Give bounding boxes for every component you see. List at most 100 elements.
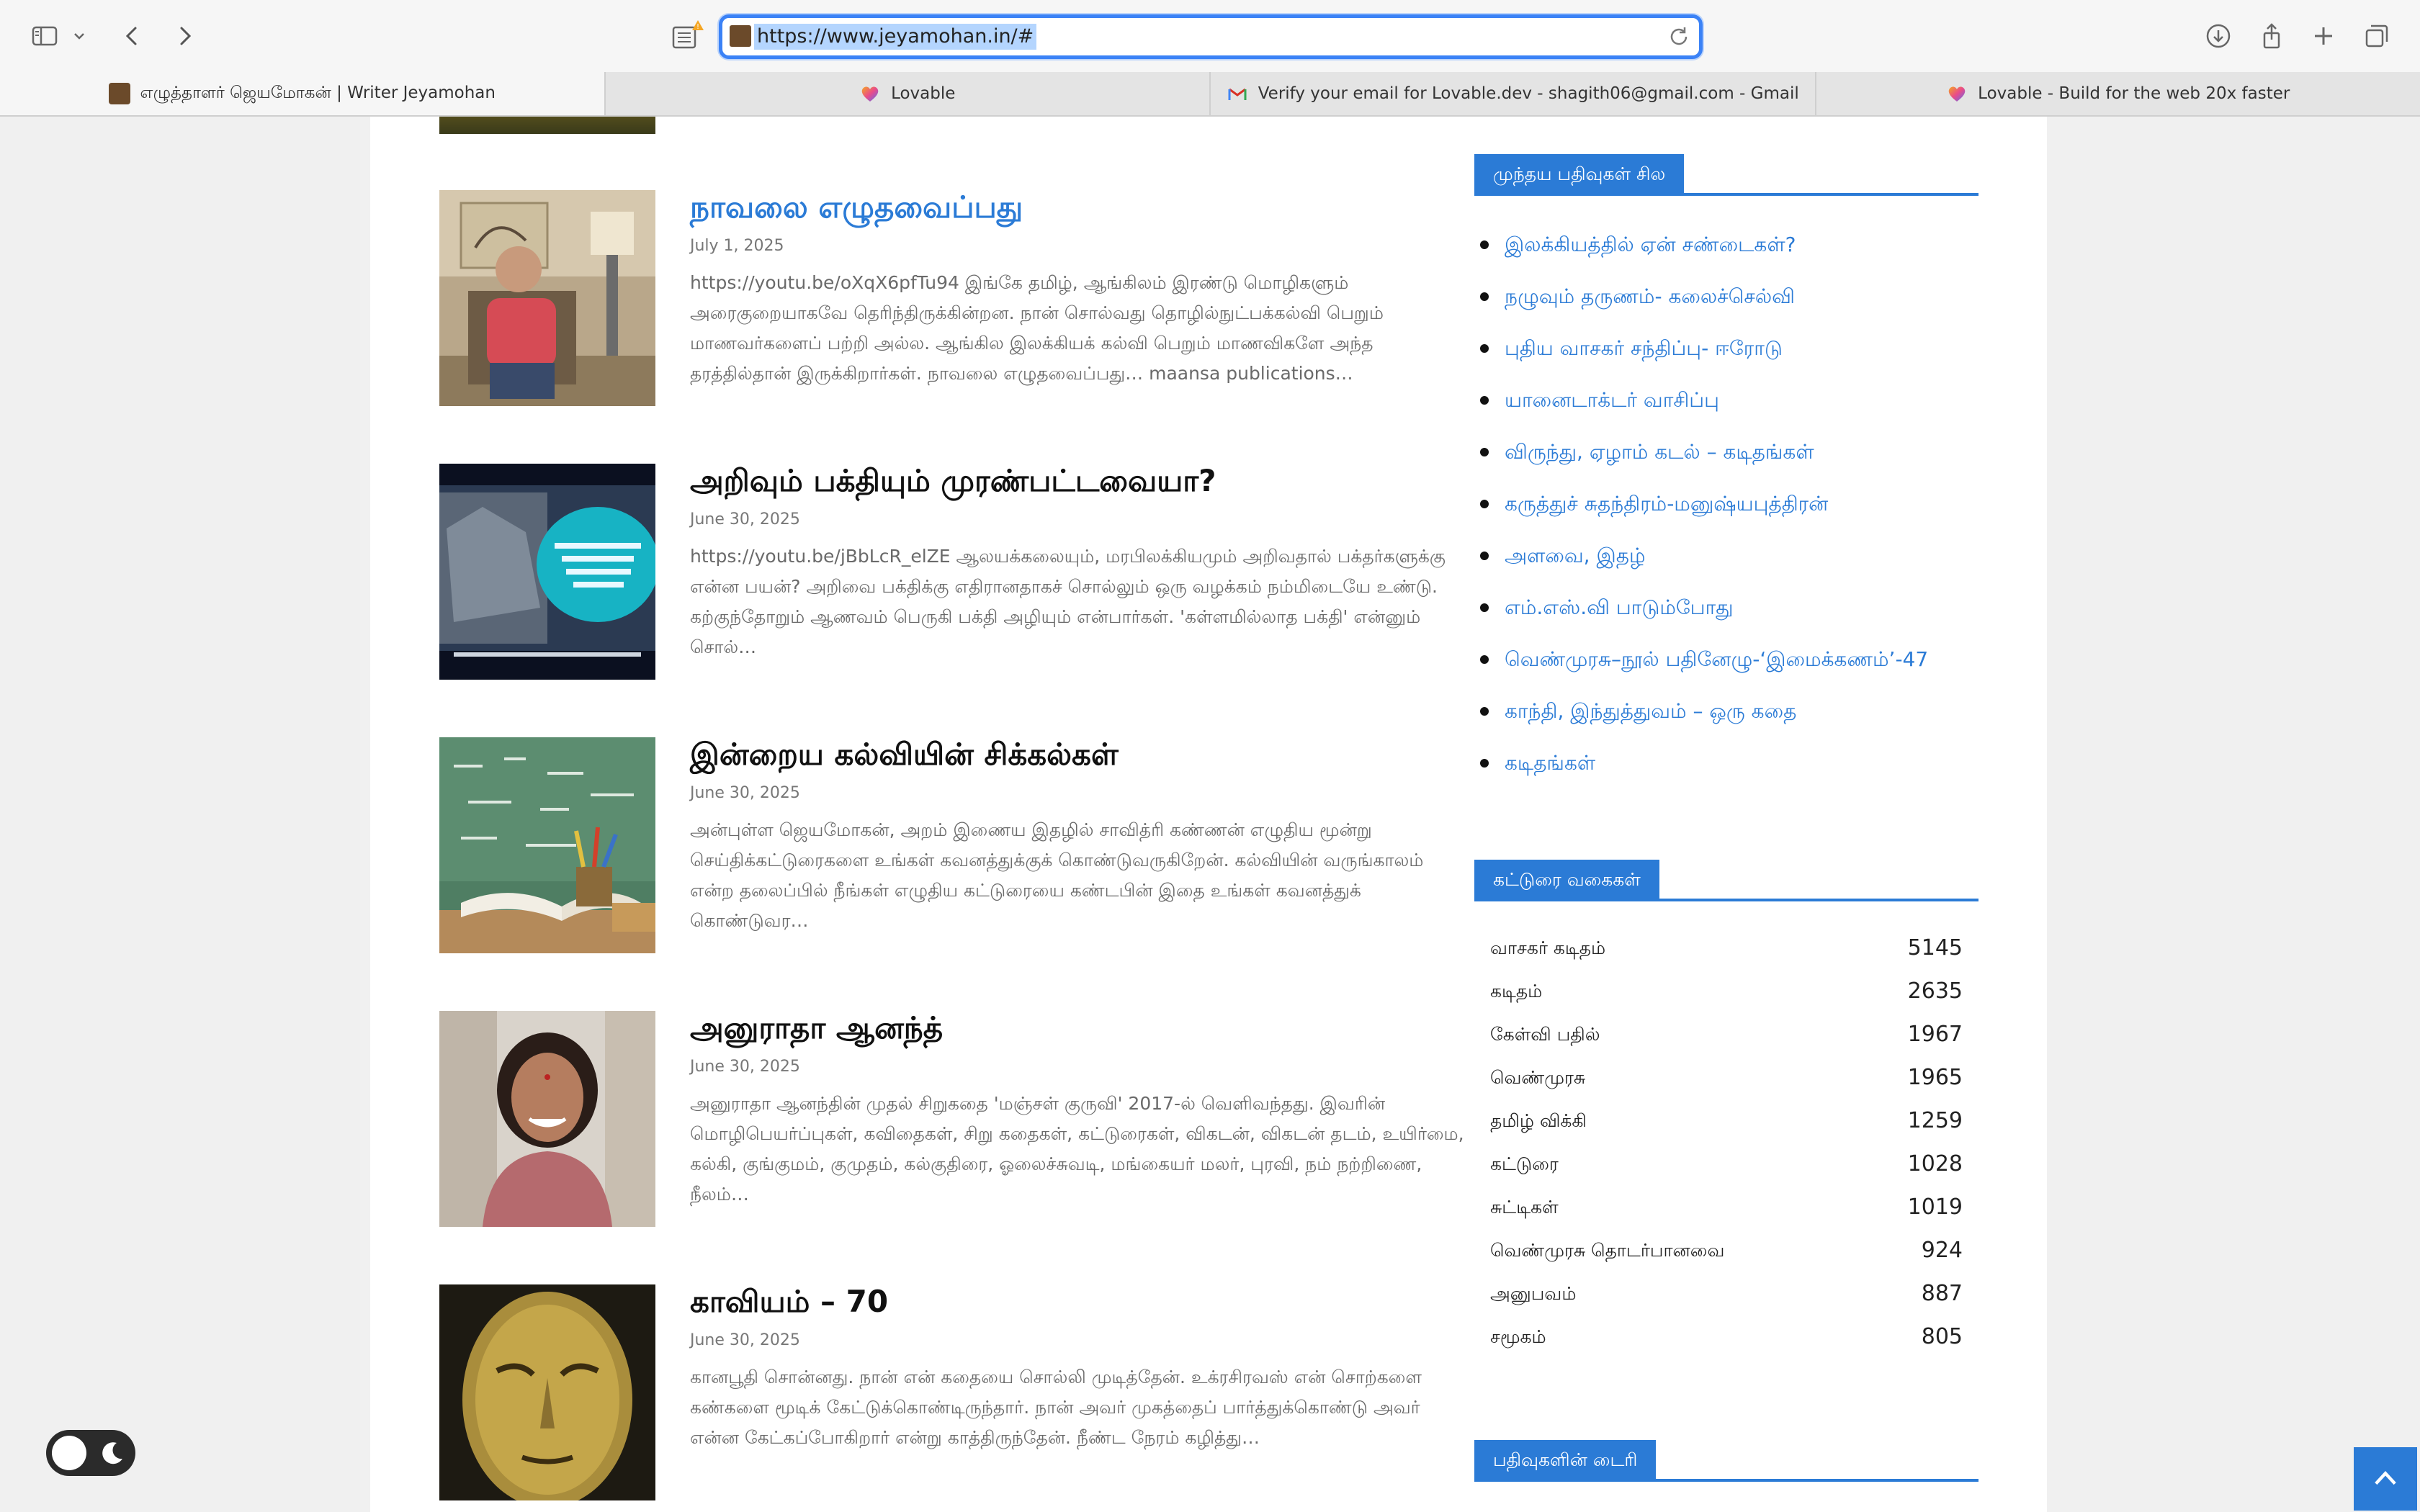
recent-post-link[interactable]: எம்.எஸ்.வி பாடும்போது xyxy=(1474,590,1978,642)
sidebar-icon[interactable] xyxy=(24,16,65,56)
category-item[interactable]: கேள்வி பதில் 1967 xyxy=(1474,1017,1978,1060)
recent-post-link[interactable]: கடிதங்கள் xyxy=(1474,746,1978,798)
category-item[interactable]: வெண்முரசு தொடர்பானவை 924 xyxy=(1474,1233,1978,1276)
post-thumbnail[interactable] xyxy=(439,464,655,680)
recent-post-link[interactable]: இலக்கியத்தில் ஏன் சண்டைகள்? xyxy=(1474,228,1978,279)
gmail-icon xyxy=(1227,83,1248,104)
url-text[interactable]: https://www.jeyamohan.in/# xyxy=(754,24,1037,50)
widget-title: முந்தய பதிவுகள் சில xyxy=(1474,154,1685,194)
back-icon[interactable] xyxy=(112,16,153,56)
address-bar[interactable]: https://www.jeyamohan.in/# xyxy=(719,14,1703,59)
category-count: 1259 xyxy=(1907,1108,1963,1133)
post-title-link[interactable]: அறிவும் பக்தியும் முரண்பட்டவையா? xyxy=(690,459,1468,503)
post-excerpt: கானபூதி சொன்னது. நான் என் கதையை சொல்லி ம… xyxy=(690,1367,1422,1448)
tab-bar: எழுத்தாளர் ஜெயமோகன் | Writer Jeyamohan L… xyxy=(0,72,2420,117)
category-name: வாசகர் கடிதம் xyxy=(1490,937,1606,958)
recent-post-link[interactable]: யானைடாக்டர் வாசிப்பு xyxy=(1474,383,1978,435)
recent-post-link[interactable]: அளவை, இதழ் xyxy=(1474,539,1978,590)
category-count: 2635 xyxy=(1907,978,1963,1004)
category-item[interactable]: சமூகம் 805 xyxy=(1474,1319,1978,1362)
post-thumbnail[interactable] xyxy=(439,737,655,953)
post-content: இன்றைய கல்வியின் சிக்கல்கள் June 30, 202… xyxy=(690,737,1468,936)
post-date: June 30, 2025 xyxy=(690,1331,800,1349)
tab-label: Lovable - Build for the web 20x faster xyxy=(1978,84,2290,103)
post-content: அறிவும் பக்தியும் முரண்பட்டவையா? June 30… xyxy=(690,463,1468,662)
recent-posts-list: இலக்கியத்தில் ஏன் சண்டைகள்? நழுவும் தருண… xyxy=(1474,228,1978,798)
category-name: வெண்முரசு xyxy=(1490,1067,1586,1088)
category-item[interactable]: சுட்டிகள் 1019 xyxy=(1474,1189,1978,1233)
post-content: அனுராதா ஆனந்த் June 30, 2025 அனுராதா ஆனந… xyxy=(690,1010,1468,1210)
category-count: 5145 xyxy=(1907,935,1963,960)
category-item[interactable]: கட்டுரை 1028 xyxy=(1474,1146,1978,1189)
post-thumbnail[interactable] xyxy=(439,1284,655,1500)
chevron-down-icon[interactable] xyxy=(65,16,94,56)
tab-label: Verify your email for Lovable.dev - shag… xyxy=(1258,84,1799,103)
toggle-knob xyxy=(52,1436,86,1470)
category-count: 1965 xyxy=(1907,1065,1963,1090)
category-name: தமிழ் விக்கி xyxy=(1490,1110,1587,1131)
post-title-link[interactable]: நாவலை எழுதவைப்பது xyxy=(690,186,1468,229)
tab-overview-icon[interactable] xyxy=(2357,16,2397,56)
back-to-top-button[interactable] xyxy=(2354,1447,2417,1511)
post-excerpt: https://youtu.be/jBbLcR_elZE ஆலயக்கலையும… xyxy=(690,546,1446,657)
post-date: June 30, 2025 xyxy=(690,784,800,802)
forward-icon[interactable] xyxy=(164,16,205,56)
category-count: 1019 xyxy=(1907,1194,1963,1220)
post-excerpt: அன்புள்ள ஜெயமோகன், அறம் இணைய இதழில் சாவி… xyxy=(690,819,1424,931)
recent-post-link[interactable]: வெண்முரசு–நூல் பதினேழு-‘இமைக்கணம்’-47 xyxy=(1474,642,1978,694)
reader-icon[interactable]: ! xyxy=(671,19,704,52)
favicon-icon xyxy=(108,83,130,104)
recent-post-link[interactable]: கருத்துச் சுதந்திரம்-மனுஷ்யபுத்திரன் xyxy=(1474,487,1978,539)
share-icon[interactable] xyxy=(2251,16,2292,56)
recent-post-link[interactable]: நழுவும் தருணம்- கலைச்செல்வி xyxy=(1474,279,1978,331)
post-excerpt: அனுராதா ஆனந்தின் முதல் சிறுகதை 'மஞ்சள் க… xyxy=(690,1093,1464,1205)
new-tab-icon[interactable] xyxy=(2303,16,2344,56)
widget-heading: கட்டுரை வகைகள் xyxy=(1474,860,1978,901)
post-date: July 1, 2025 xyxy=(690,237,784,255)
category-name: கடிதம் xyxy=(1490,981,1543,1002)
category-name: சமூகம் xyxy=(1490,1326,1546,1347)
category-count: 887 xyxy=(1921,1281,1963,1306)
post-title-link[interactable]: அனுராதா ஆனந்த் xyxy=(690,1007,1468,1050)
category-name: அனுபவம் xyxy=(1490,1283,1577,1304)
category-count: 1967 xyxy=(1907,1022,1963,1047)
category-name: சுட்டிகள் xyxy=(1490,1197,1559,1218)
svg-text:!: ! xyxy=(696,23,699,31)
sidebar-categories: கட்டுரை வகைகள் வாசகர் கடிதம் 5145 கடிதம் 2… xyxy=(1474,860,1978,1362)
post-thumbnail[interactable] xyxy=(439,190,655,406)
recent-post-link[interactable]: புதிய வாசகர் சந்திப்பு- ஈரோடு xyxy=(1474,331,1978,383)
download-icon[interactable] xyxy=(2198,16,2238,56)
widget-heading: முந்தய பதிவுகள் சில xyxy=(1474,154,1978,196)
tab-lovable-build[interactable]: Lovable - Build for the web 20x faster xyxy=(1816,72,2420,115)
post-title-link[interactable]: இன்றைய கல்வியின் சிக்கல்கள் xyxy=(690,733,1468,776)
category-item[interactable]: வெண்முரசு 1965 xyxy=(1474,1060,1978,1103)
post-thumbnail[interactable] xyxy=(439,1011,655,1227)
tab-jeyamohan[interactable]: எழுத்தாளர் ஜெயமோகன் | Writer Jeyamohan xyxy=(0,72,606,115)
post-content: காவியம் – 70 June 30, 2025 கானபூதி சொன்ன… xyxy=(690,1284,1468,1453)
post-title-link[interactable]: காவியம் – 70 xyxy=(690,1280,1468,1323)
category-item[interactable]: கடிதம் 2635 xyxy=(1474,973,1978,1017)
category-name: கேள்வி பதில் xyxy=(1490,1024,1600,1045)
category-name: வெண்முரசு தொடர்பானவை xyxy=(1490,1240,1725,1261)
category-item[interactable]: தமிழ் விக்கி 1259 xyxy=(1474,1103,1978,1146)
widget-heading: பதிவுகளின் டைரி xyxy=(1474,1440,1978,1482)
previous-post-thumbnail[interactable] xyxy=(439,117,655,134)
tab-lovable[interactable]: Lovable xyxy=(606,72,1211,115)
reload-icon[interactable] xyxy=(1667,25,1690,48)
category-item[interactable]: அனுபவம் 887 xyxy=(1474,1276,1978,1319)
post-date: June 30, 2025 xyxy=(690,510,800,528)
recent-post-link[interactable]: காந்தி, இந்துத்துவம் – ஒரு கதை xyxy=(1474,694,1978,746)
site-favicon xyxy=(730,25,751,47)
tab-gmail[interactable]: Verify your email for Lovable.dev - shag… xyxy=(1211,72,1816,115)
heart-favicon-icon xyxy=(1946,83,1968,104)
heart-favicon-icon xyxy=(859,83,881,104)
post-content: நாவலை எழுதவைப்பது July 1, 2025 https://y… xyxy=(690,189,1468,389)
recent-post-link[interactable]: விருந்து, ஏழாம் கடல் – கடிதங்கள் xyxy=(1474,435,1978,487)
dark-mode-toggle[interactable] xyxy=(46,1430,135,1476)
widget-title: பதிவுகளின் டைரி xyxy=(1474,1440,1657,1480)
category-count: 1028 xyxy=(1907,1151,1963,1176)
category-item[interactable]: வாசகர் கடிதம் 5145 xyxy=(1474,930,1978,973)
post-date: June 30, 2025 xyxy=(690,1058,800,1076)
sidebar-recent-posts: முந்தய பதிவுகள் சில இலக்கியத்தில் ஏன் சண… xyxy=(1474,154,1978,798)
sidebar-archive: பதிவுகளின் டைரி xyxy=(1474,1440,1978,1482)
